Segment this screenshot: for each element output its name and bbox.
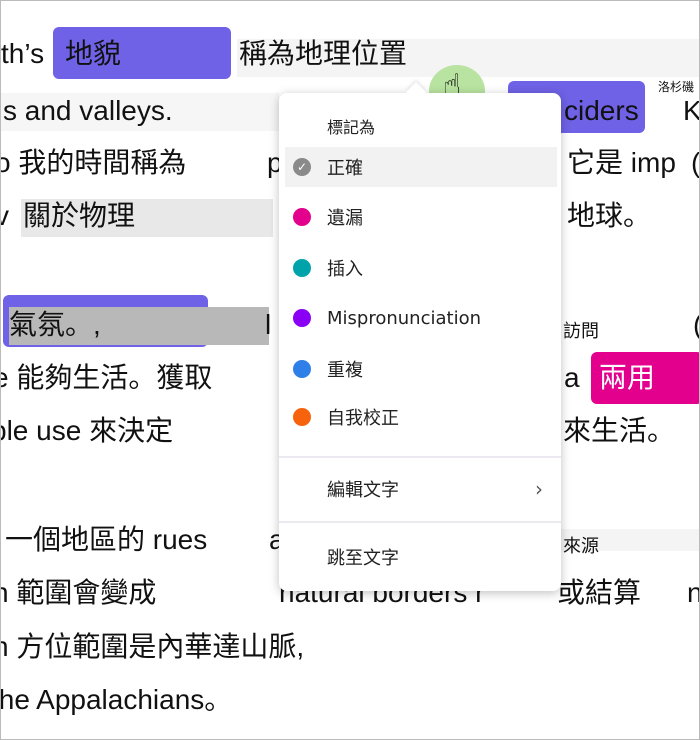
doc-text: 來生活。 [563,415,676,446]
doc-text: ble use 來決定 [0,415,174,446]
menu-item-self-correction[interactable]: 自我校正 [285,397,557,437]
menu-item-label: 正確 [327,158,363,179]
doc-text: e 能夠生活。獲取 [0,362,213,393]
menu-item-label: 插入 [327,259,363,280]
doc-text: 地貌 [65,38,122,69]
doc-text: 稱為地理位置 [239,38,408,69]
doc-text: ( [693,307,699,343]
doc-text: 或結算 [557,577,642,608]
menu-divider [279,521,561,523]
doc-text: v [1,198,9,234]
menu-item-label: 遺漏 [327,208,363,229]
doc-text: o 我的時間稱為 [0,147,187,178]
mark-as-context-menu: 標記為 ✓ 正確 遺漏 插入 Mispronunciation 重複 自我校正 … [279,82,561,591]
doc-text: K [683,95,700,126]
doc-text: 訪問 [563,321,599,341]
menu-item-label: 自我校正 [327,408,399,429]
menu-divider [279,456,561,458]
doc-text: s and valleys. [3,95,173,126]
insertion-dot-icon [293,259,311,277]
doc-text: 關於物理 [23,200,136,231]
menu-header: 標記為 [327,118,376,137]
doc-text: a [564,362,580,393]
menu-item-label: 編輯文字 [327,480,399,501]
menu-item-mispronunciation[interactable]: Mispronunciation [285,298,557,338]
menu-pointer [406,82,426,102]
doc-text: 氣氛。, [9,309,101,340]
check-icon: ✓ [293,158,311,176]
chevron-right-icon: › [535,477,543,501]
doc-text: th’s [1,38,45,69]
doc-text: ( [691,147,700,178]
menu-item-label: 重複 [327,360,363,381]
doc-text: n 方位範圍是內華達山脈, [0,631,305,662]
doc-text: 它是 imp [567,147,676,178]
doc-text: l [265,309,272,340]
doc-text: the Appalachians。 [0,684,233,715]
menu-item-repetition[interactable]: 重複 [285,349,557,389]
menu-item-omission[interactable]: 遺漏 [285,197,557,237]
repetition-dot-icon [293,360,311,378]
menu-item-label: Mispronunciation [327,307,481,329]
menu-item-jump-to-text[interactable]: 跳至文字 [285,537,557,577]
doc-text: 來源 [563,536,599,556]
doc-text: 一個地區的 rues [5,524,208,555]
doc-text: n 範圍會變成 [0,577,157,608]
self-correction-dot-icon [293,408,311,426]
mispronunciation-dot-icon [293,309,311,327]
menu-item-label: 跳至文字 [327,548,399,569]
menu-item-insertion[interactable]: 插入 [285,248,557,288]
doc-text: n [687,575,699,611]
omission-dot-icon [293,208,311,226]
menu-item-correct[interactable]: ✓ 正確 [285,147,557,187]
reading-document: th’s 地貌 稱為地理位置 s and valleys. ciders 洛杉磯… [0,0,700,740]
doc-text: 兩用 [599,362,656,393]
menu-item-edit-text[interactable]: 編輯文字 › [285,469,557,509]
doc-text: ciders [564,95,639,126]
doc-text: 地球。 [567,200,652,231]
